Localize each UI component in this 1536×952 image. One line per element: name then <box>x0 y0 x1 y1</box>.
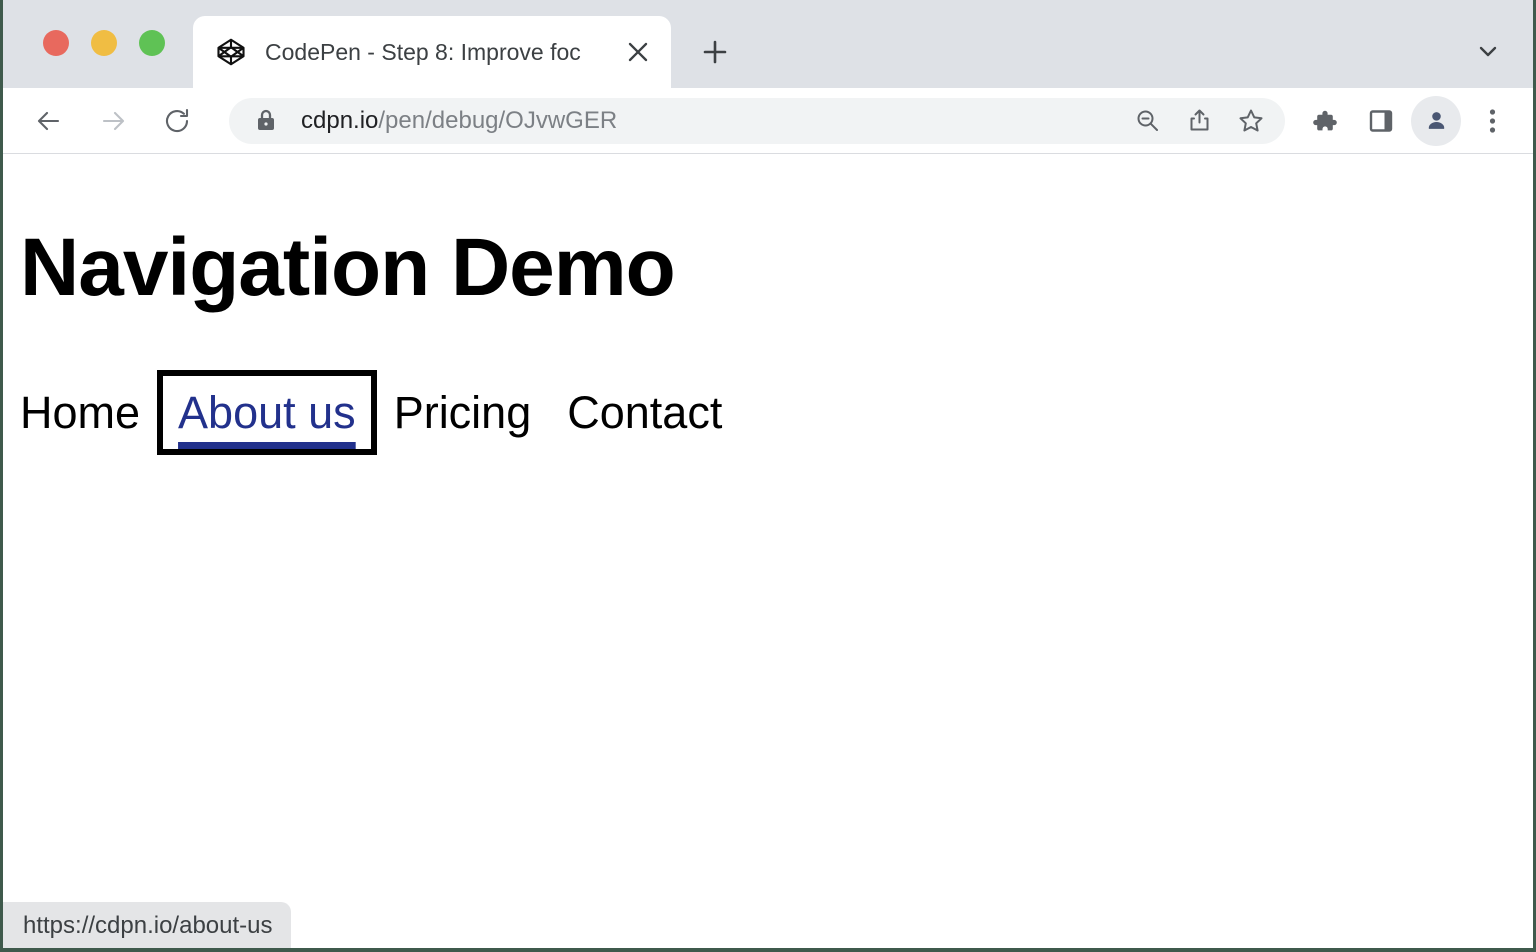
window-controls <box>43 30 165 56</box>
nav-link-about-us[interactable]: About us <box>176 389 358 436</box>
star-icon <box>1238 108 1264 134</box>
puzzle-piece-icon <box>1312 108 1338 134</box>
reload-button[interactable] <box>151 95 203 147</box>
codepen-logo-icon <box>215 36 247 68</box>
tab-title: CodePen - Step 8: Improve foc <box>265 39 615 66</box>
close-window-button[interactable] <box>43 30 69 56</box>
browser-window: CodePen - Step 8: Improve foc <box>0 0 1536 952</box>
browser-toolbar: cdpn.io/pen/debug/OJvwGER <box>3 88 1533 154</box>
nav-link-home[interactable]: Home <box>20 389 140 436</box>
forward-arrow-icon <box>100 108 126 134</box>
side-panel-button[interactable] <box>1355 95 1407 147</box>
nav-link-pricing[interactable]: Pricing <box>394 389 532 436</box>
three-dot-menu-icon <box>1489 108 1496 134</box>
tab-strip: CodePen - Step 8: Improve foc <box>3 0 1533 88</box>
browser-tab[interactable]: CodePen - Step 8: Improve foc <box>193 16 671 88</box>
url-host: cdpn.io <box>301 107 378 134</box>
address-bar[interactable]: cdpn.io/pen/debug/OJvwGER <box>229 98 1285 144</box>
forward-button <box>87 95 139 147</box>
site-navigation: Home About us Pricing Contact <box>20 389 722 436</box>
page-viewport: Navigation Demo Home About us Pricing Co… <box>3 154 1533 949</box>
profile-button[interactable] <box>1411 96 1461 146</box>
page-title: Navigation Demo <box>20 227 675 309</box>
browser-menu-button[interactable] <box>1467 96 1517 146</box>
side-panel-icon <box>1368 108 1394 134</box>
close-tab-button[interactable] <box>615 29 661 75</box>
status-bubble: https://cdpn.io/about-us <box>3 902 291 949</box>
back-arrow-icon <box>36 108 62 134</box>
new-tab-button[interactable] <box>691 28 739 76</box>
bookmark-button[interactable] <box>1227 97 1275 145</box>
url-path: /pen/debug/OJvwGER <box>378 107 617 134</box>
reload-icon <box>163 107 191 135</box>
zoom-out-icon <box>1135 108 1160 133</box>
share-icon <box>1187 108 1212 133</box>
profile-avatar-icon <box>1424 108 1449 133</box>
lock-icon <box>253 109 279 132</box>
minimize-window-button[interactable] <box>91 30 117 56</box>
share-button[interactable] <box>1175 97 1223 145</box>
maximize-window-button[interactable] <box>139 30 165 56</box>
zoom-out-button[interactable] <box>1123 97 1171 145</box>
tab-search-button[interactable] <box>1465 28 1511 74</box>
url-text: cdpn.io/pen/debug/OJvwGER <box>301 107 1123 135</box>
extensions-button[interactable] <box>1299 95 1351 147</box>
nav-link-contact[interactable]: Contact <box>567 389 722 436</box>
back-button[interactable] <box>23 95 75 147</box>
